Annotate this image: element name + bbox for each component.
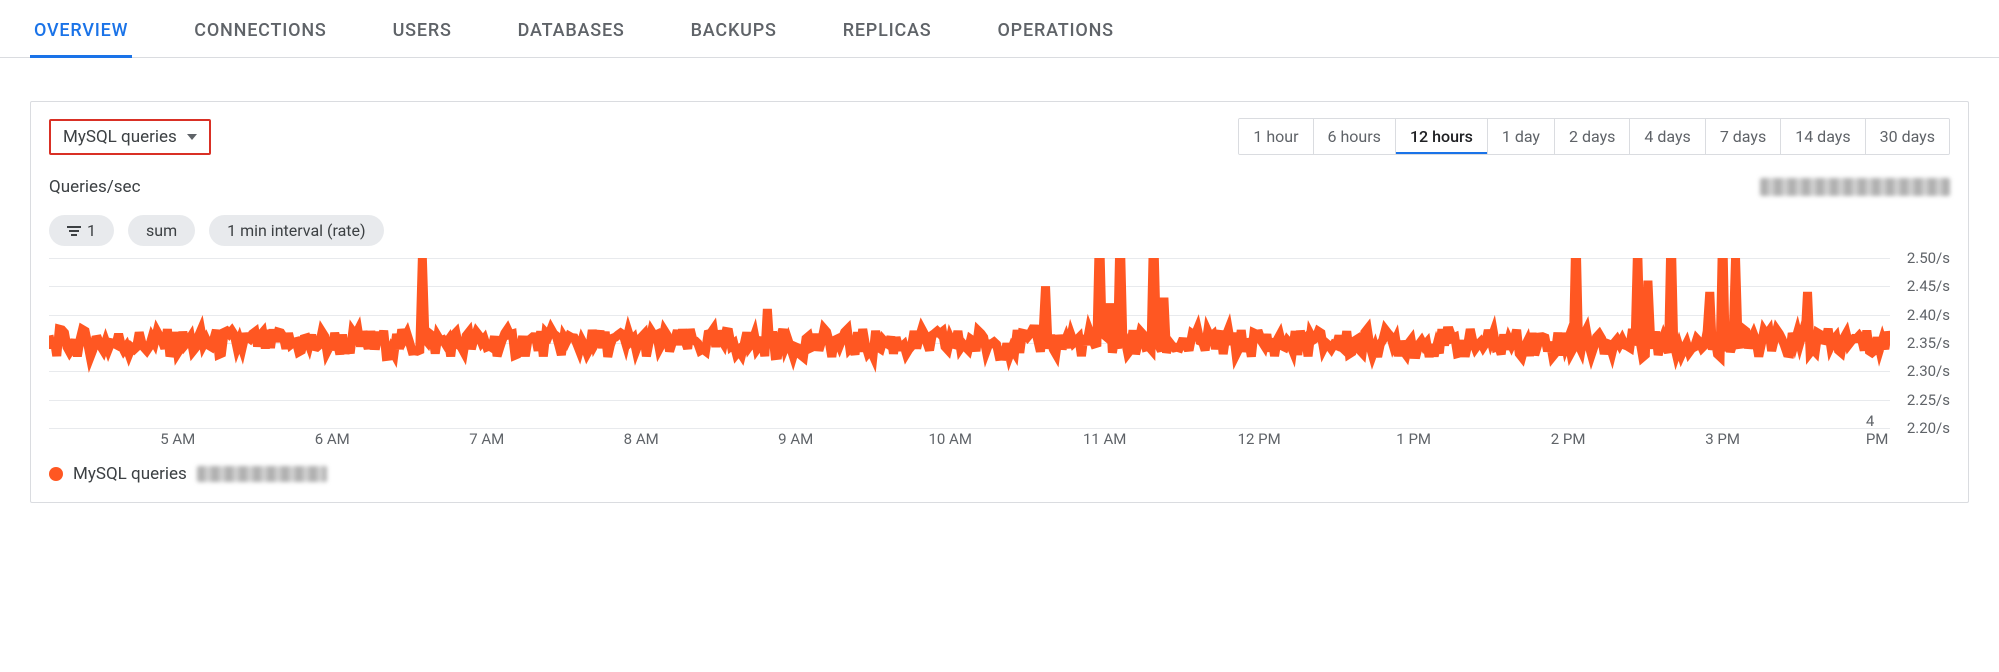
- chip-row: 1 sum 1 min interval (rate): [49, 215, 1950, 246]
- range-6-hours[interactable]: 6 hours: [1313, 119, 1395, 154]
- x-tick: 2 PM: [1551, 430, 1586, 448]
- x-tick: 5 AM: [160, 430, 195, 448]
- nav-tabs: OVERVIEW CONNECTIONS USERS DATABASES BACKUPS…: [0, 0, 1999, 58]
- tab-connections[interactable]: CONNECTIONS: [190, 4, 330, 57]
- metric-selector-label: MySQL queries: [63, 127, 177, 147]
- range-2-days[interactable]: 2 days: [1554, 119, 1629, 154]
- x-tick: 12 PM: [1238, 430, 1281, 448]
- range-7-days[interactable]: 7 days: [1705, 119, 1780, 154]
- x-axis-labels: 5 AM 6 AM 7 AM 8 AM 9 AM 10 AM 11 AM 12 PM 1 PM 2…: [49, 428, 1890, 448]
- range-14-days[interactable]: 14 days: [1780, 119, 1864, 154]
- aggregation-label: sum: [146, 221, 177, 240]
- metric-selector[interactable]: MySQL queries: [49, 119, 211, 155]
- y-tick: 2.35/s: [1907, 334, 1950, 352]
- filter-count: 1: [87, 221, 96, 240]
- tab-databases[interactable]: DATABASES: [514, 4, 629, 57]
- x-tick: 9 AM: [778, 430, 813, 448]
- x-tick: 10 AM: [928, 430, 971, 448]
- tab-replicas[interactable]: REPLICAS: [839, 4, 936, 57]
- filter-icon: [67, 226, 81, 236]
- legend-color-dot: [49, 467, 63, 481]
- range-1-day[interactable]: 1 day: [1487, 119, 1554, 154]
- aggregation-chip[interactable]: sum: [128, 215, 195, 246]
- legend: MySQL queries: [49, 464, 1950, 484]
- x-tick: 6 AM: [315, 430, 350, 448]
- range-30-days[interactable]: 30 days: [1865, 119, 1949, 154]
- chart-line-svg: [49, 258, 1890, 428]
- x-tick: 7 AM: [469, 430, 504, 448]
- y-axis-labels: 2.50/s2.45/s2.40/s2.35/s2.30/s2.25/s2.20…: [1895, 258, 1950, 428]
- series-line: [49, 258, 1890, 357]
- range-12-hours[interactable]: 12 hours: [1395, 119, 1487, 154]
- y-tick: 2.45/s: [1907, 277, 1950, 295]
- y-tick: 2.50/s: [1907, 249, 1950, 267]
- interval-chip[interactable]: 1 min interval (rate): [209, 215, 383, 246]
- tab-operations[interactable]: OPERATIONS: [993, 4, 1117, 57]
- panel-top-row: MySQL queries 1 hour6 hours12 hours1 day…: [49, 118, 1950, 155]
- legend-series-name: MySQL queries: [73, 464, 187, 484]
- x-tick: 11 AM: [1083, 430, 1126, 448]
- resource-id-redacted: [1760, 178, 1950, 196]
- chart-area: 2.50/s2.45/s2.40/s2.35/s2.30/s2.25/s2.20…: [49, 258, 1950, 448]
- x-tick: 8 AM: [624, 430, 659, 448]
- x-tick: 4 PM: [1866, 412, 1889, 448]
- tab-overview[interactable]: OVERVIEW: [30, 4, 132, 57]
- time-range-group: 1 hour6 hours12 hours1 day2 days4 days7 …: [1238, 118, 1950, 155]
- x-tick: 3 PM: [1705, 430, 1740, 448]
- y-tick: 2.20/s: [1907, 419, 1950, 437]
- range-1-hour[interactable]: 1 hour: [1239, 119, 1312, 154]
- x-tick: 1 PM: [1396, 430, 1431, 448]
- y-axis-title: Queries/sec: [49, 177, 140, 197]
- y-tick: 2.40/s: [1907, 306, 1950, 324]
- tab-backups[interactable]: BACKUPS: [687, 4, 781, 57]
- chart-panel: MySQL queries 1 hour6 hours12 hours1 day…: [30, 101, 1969, 503]
- range-4-days[interactable]: 4 days: [1629, 119, 1704, 154]
- chart-title-row: Queries/sec: [49, 177, 1950, 197]
- interval-label: 1 min interval (rate): [227, 221, 365, 240]
- tab-users[interactable]: USERS: [389, 4, 456, 57]
- y-tick: 2.30/s: [1907, 362, 1950, 380]
- filter-chip[interactable]: 1: [49, 215, 114, 246]
- legend-resource-redacted: [197, 466, 327, 482]
- chevron-down-icon: [187, 134, 197, 140]
- y-tick: 2.25/s: [1907, 391, 1950, 409]
